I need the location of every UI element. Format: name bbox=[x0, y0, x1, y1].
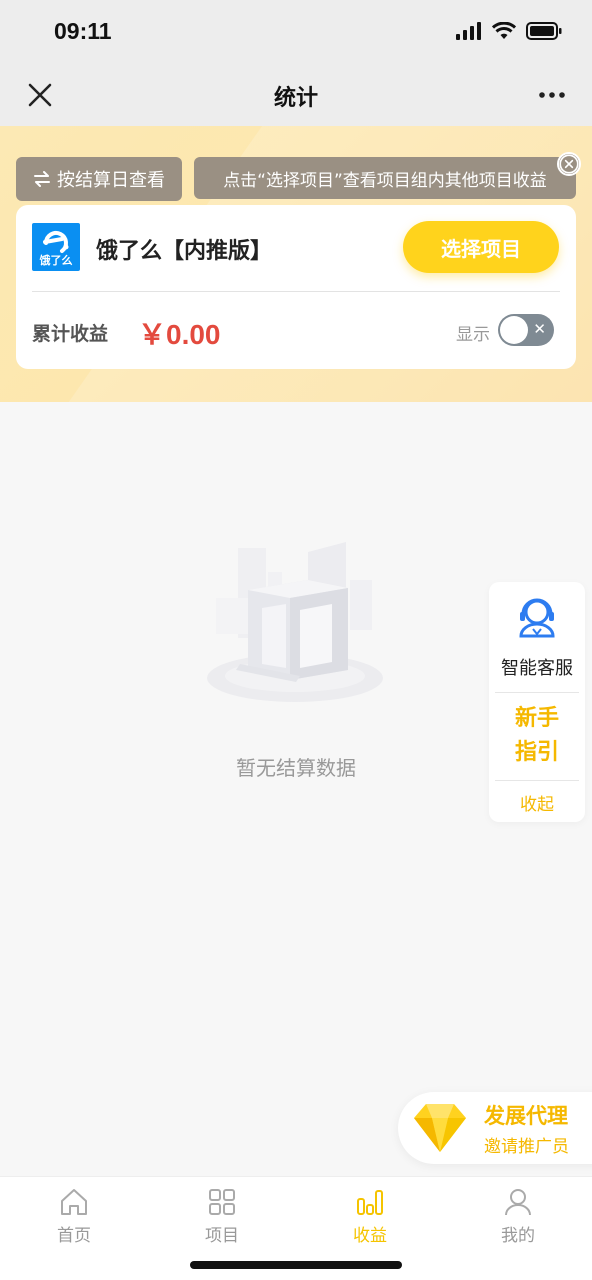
card-divider bbox=[32, 291, 560, 292]
tab-earnings-label: 收益 bbox=[353, 1226, 387, 1246]
toggle-knob bbox=[500, 316, 528, 344]
select-project-button[interactable]: 选择项目 bbox=[403, 221, 559, 273]
guide-line-2: 指引 bbox=[514, 740, 559, 765]
status-bar: 09:11 bbox=[0, 0, 592, 64]
tip-box: 点击“选择项目”查看项目组内其他项目收益 bbox=[194, 157, 576, 199]
more-icon[interactable] bbox=[538, 84, 566, 106]
develop-agent-banner[interactable]: 发展代理 邀请推广员 bbox=[398, 1092, 592, 1164]
swap-icon bbox=[34, 171, 50, 187]
logo-text: 饿了么 bbox=[39, 254, 73, 267]
tab-earnings[interactable]: 收益 bbox=[296, 1187, 444, 1246]
total-earnings-label: 累计收益 bbox=[32, 323, 109, 345]
battery-icon bbox=[526, 22, 562, 40]
diamond-icon bbox=[414, 1104, 466, 1152]
tip-close-icon[interactable] bbox=[557, 152, 581, 176]
tab-home-label: 首页 bbox=[57, 1226, 91, 1246]
agent-title: 发展代理 bbox=[484, 1104, 568, 1128]
show-toggle[interactable]: ✕ bbox=[498, 314, 554, 346]
settle-date-label: 按结算日查看 bbox=[57, 170, 165, 191]
project-name: 饿了么【内推版】 bbox=[96, 239, 273, 264]
agent-subtitle: 邀请推广员 bbox=[484, 1137, 569, 1157]
side-divider-1 bbox=[495, 692, 579, 693]
guide-line-1: 新手 bbox=[514, 706, 559, 731]
project-logo: 饿了么 bbox=[32, 223, 80, 271]
home-indicator bbox=[190, 1261, 402, 1269]
beginner-guide-button[interactable]: 新手 指引 bbox=[489, 702, 585, 770]
show-label: 显示 bbox=[456, 325, 490, 345]
collapse-button[interactable]: 收起 bbox=[489, 790, 585, 815]
wifi-icon bbox=[492, 22, 516, 39]
bar-chart-icon bbox=[357, 1190, 383, 1215]
status-time: 09:11 bbox=[54, 18, 112, 44]
side-divider-2 bbox=[495, 780, 579, 781]
page-title: 统计 bbox=[273, 86, 318, 111]
tab-mine-label: 我的 bbox=[501, 1226, 535, 1246]
empty-building-illustration bbox=[207, 542, 383, 702]
nav-bar: 统计 bbox=[0, 64, 592, 126]
tab-projects[interactable]: 项目 bbox=[148, 1187, 296, 1246]
project-card: 饿了么 饿了么【内推版】 选择项目 累计收益 ￥0.00 显示 ✕ bbox=[16, 205, 576, 369]
side-panel: 智能客服 新手 指引 收起 bbox=[489, 582, 585, 822]
signal-icon bbox=[456, 22, 481, 40]
tab-projects-label: 项目 bbox=[205, 1226, 239, 1246]
total-earnings-value: ￥0.00 bbox=[138, 319, 221, 350]
settle-date-button[interactable]: 按结算日查看 bbox=[16, 157, 182, 201]
home-icon bbox=[61, 1189, 87, 1215]
user-icon bbox=[505, 1189, 531, 1216]
toggle-off-icon: ✕ bbox=[533, 320, 546, 338]
tab-mine[interactable]: 我的 bbox=[444, 1187, 592, 1246]
grid-icon bbox=[209, 1189, 235, 1215]
tip-text: 点击“选择项目”查看项目组内其他项目收益 bbox=[223, 170, 547, 191]
status-icons bbox=[456, 22, 562, 40]
customer-service-icon[interactable] bbox=[513, 592, 561, 640]
tab-home[interactable]: 首页 bbox=[0, 1187, 148, 1246]
customer-service-label[interactable]: 智能客服 bbox=[489, 654, 585, 680]
